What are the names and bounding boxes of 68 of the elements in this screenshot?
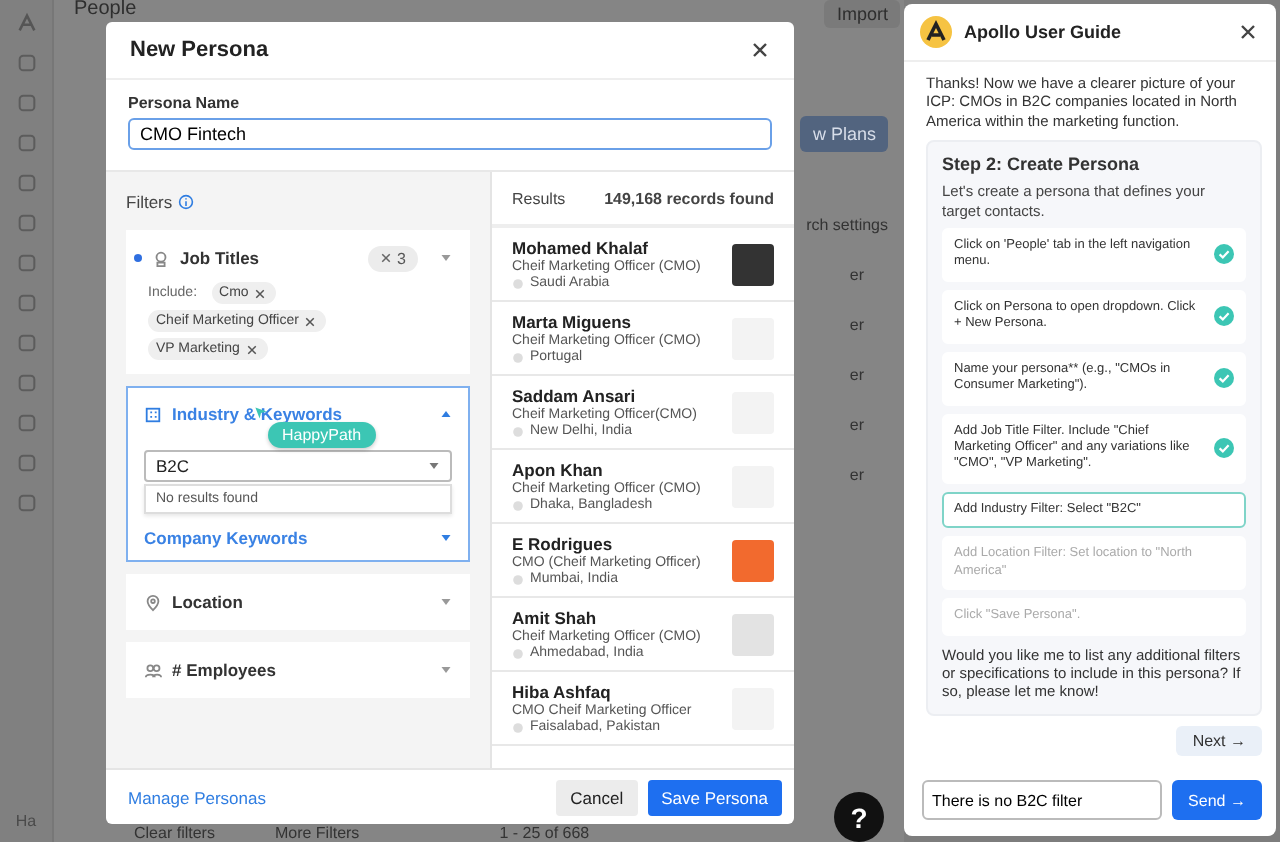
page-title: People <box>74 0 137 20</box>
filter-title[interactable]: Job Titles <box>180 248 358 268</box>
caret-icon[interactable] <box>440 532 452 544</box>
caret-icon[interactable] <box>440 664 452 676</box>
table-cell-text: er <box>849 266 866 284</box>
remove-icon[interactable] <box>304 315 317 327</box>
person-name: Hiba Ashfaq <box>512 682 613 702</box>
clear-count-button[interactable]: 3 <box>367 245 418 271</box>
dialog-title: New Persona <box>130 38 269 62</box>
nav-icon[interactable] <box>15 172 37 194</box>
message-input-field[interactable]: There is no B2C filter <box>922 780 1162 820</box>
nav-icon[interactable] <box>15 52 37 74</box>
table-cell-text: er <box>849 466 866 484</box>
caret-icon <box>428 460 440 472</box>
nav-icon[interactable] <box>15 492 37 514</box>
nav-icon[interactable] <box>15 92 37 114</box>
persona-name-field[interactable]: CMO Fintech <box>128 118 772 150</box>
badge-icon <box>152 249 170 267</box>
person-name: Marta Miguens <box>512 312 634 332</box>
industry-select-field[interactable]: B2C <box>144 450 452 482</box>
plans-button[interactable]: w Plans <box>800 116 888 152</box>
caret-icon[interactable] <box>440 596 452 608</box>
pagination-text: 1 - 25 of 668 <box>499 823 590 841</box>
person-name: Saddam Ansari <box>512 386 638 406</box>
save-persona-button[interactable]: Save Persona <box>647 779 782 815</box>
nav-icon[interactable] <box>15 412 37 434</box>
close-icon <box>379 252 392 264</box>
cancel-button[interactable]: Cancel <box>556 779 638 815</box>
manage-personas-link[interactable]: Manage Personas <box>128 787 547 807</box>
filters-label: Filters <box>126 192 173 212</box>
person-name: Mohamed Khalaf <box>512 238 651 258</box>
person-name: Amit Shah <box>512 608 599 628</box>
nav-icon[interactable] <box>15 252 37 274</box>
table-cell-text: er <box>849 416 866 434</box>
table-cell-text: er <box>849 366 866 384</box>
nav-icon[interactable] <box>15 132 37 154</box>
filter-title[interactable]: Industry & Keywords <box>172 404 418 424</box>
next-button[interactable]: Next → <box>1176 725 1262 756</box>
info-icon[interactable] <box>178 194 195 210</box>
send-button[interactable]: Send → <box>1172 780 1262 820</box>
guide-title: Apollo User Guide <box>964 22 1124 42</box>
person-name: Apon Khan <box>512 460 605 480</box>
nav-icon[interactable] <box>15 212 37 234</box>
cursor-label: HappyPath <box>268 422 376 448</box>
company-keywords-toggle[interactable]: Company Keywords <box>144 528 428 548</box>
caret-icon[interactable] <box>440 408 452 420</box>
remove-icon[interactable] <box>254 287 267 299</box>
help-button[interactable]: ? <box>834 792 884 842</box>
field-label: Persona Name <box>128 94 242 112</box>
caret-icon[interactable] <box>440 252 452 264</box>
people-icon <box>144 661 162 679</box>
close-icon[interactable] <box>750 40 770 60</box>
nav-icon[interactable] <box>15 332 37 354</box>
nav-icon[interactable] <box>15 372 37 394</box>
table-cell-text: er <box>849 316 866 334</box>
logo-icon <box>920 16 952 48</box>
person-name: E Rodrigues <box>512 534 615 554</box>
filter-title[interactable]: Location <box>172 592 418 612</box>
logo-icon[interactable] <box>15 12 37 34</box>
building-icon <box>144 405 162 423</box>
step-title: Step 2: Create Persona <box>942 154 1142 175</box>
nav-icon[interactable] <box>15 452 37 474</box>
remove-icon[interactable] <box>245 343 258 355</box>
nav-icon[interactable] <box>15 292 37 314</box>
close-icon[interactable] <box>1238 22 1258 42</box>
results-label: Results <box>512 189 566 207</box>
filter-title[interactable]: # Employees <box>172 660 418 680</box>
records-count: 149,168 records found <box>604 189 774 207</box>
